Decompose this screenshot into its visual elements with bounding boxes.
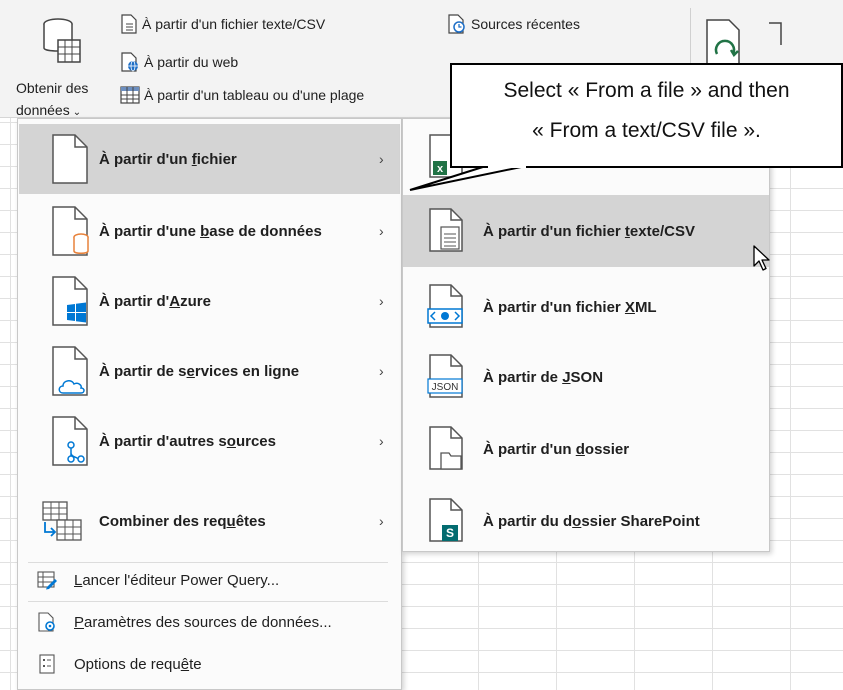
submenu-item-label: À partir d'un fichier texte/CSV <box>483 222 695 240</box>
menu-item-query-options[interactable]: Options de requête <box>19 647 400 681</box>
ribbon-from-text-csv[interactable]: À partir d'un fichier texte/CSV <box>120 14 325 34</box>
ribbon-from-table-range[interactable]: À partir d'un tableau ou d'une plage <box>120 86 364 104</box>
from-file-submenu: x À partir d'un fichier texte/CSV À part… <box>402 118 770 552</box>
svg-text:x: x <box>437 163 444 175</box>
submenu-item-from-text-csv[interactable]: À partir d'un fichier texte/CSV <box>403 195 769 267</box>
database-table-icon <box>43 18 81 63</box>
menu-item-launch-power-query[interactable]: Lancer l'éditeur Power Query... <box>19 563 400 597</box>
submenu-item-label: À partir de JSON <box>483 368 604 386</box>
ribbon-recent-sources[interactable]: Sources récentes <box>447 14 580 34</box>
submenu-item-label: À partir d'un fichier XML <box>483 298 657 316</box>
chevron-down-icon: ⌄ <box>72 107 82 118</box>
menu-item-label: À partir d'une base de données <box>99 222 322 240</box>
callout-pointer-mask <box>488 165 526 168</box>
get-data-label-line2: données ⌄ <box>16 102 82 118</box>
callout-line-1: Select « From a file » and then <box>503 79 790 102</box>
get-data-button[interactable]: Obtenir des données ⌄ <box>12 10 110 118</box>
submenu-item-label: À partir d'un dossier <box>483 440 630 458</box>
chevron-right-icon: › <box>379 293 384 309</box>
menu-item-label: Options de requête <box>74 655 202 673</box>
ribbon-item-label: À partir d'un tableau ou d'une plage <box>144 87 365 103</box>
ribbon-item-label: À partir du web <box>144 54 239 70</box>
file-icon <box>52 134 88 184</box>
menu-item-data-source-settings[interactable]: Paramètres des sources de données... <box>19 605 400 639</box>
text-file-icon <box>121 14 137 34</box>
chevron-right-icon: › <box>379 223 384 239</box>
menu-item-from-database[interactable]: À partir d'une base de données › <box>19 196 400 266</box>
mouse-cursor-icon <box>753 245 770 271</box>
other-sources-icon <box>52 416 88 466</box>
query-options-icon <box>39 654 55 674</box>
submenu-item-label: À partir du dossier SharePoint <box>483 512 700 530</box>
document-icon <box>769 22 782 45</box>
web-file-icon <box>121 52 138 72</box>
get-data-menu: À partir d'un fichier › À partir d'une b… <box>17 118 402 690</box>
menu-item-from-other-sources[interactable]: À partir d'autres sources › <box>19 406 400 476</box>
menu-item-label: Paramètres des sources de données... <box>74 613 332 631</box>
submenu-item-from-xml[interactable]: À partir d'un fichier XML <box>403 271 769 343</box>
menu-separator <box>28 601 388 602</box>
ribbon-from-web[interactable]: À partir du web <box>120 52 238 72</box>
get-data-label-line1: Obtenir des <box>16 80 89 96</box>
ribbon-item-label: À partir d'un fichier texte/CSV <box>142 16 326 32</box>
menu-item-label: À partir d'un fichier <box>99 150 237 168</box>
submenu-item-from-folder[interactable]: À partir d'un dossier <box>403 413 769 485</box>
submenu-item-from-json[interactable]: JSON À partir de JSON <box>403 341 769 413</box>
callout-line-2: « From a text/CSV file ». <box>532 119 761 142</box>
menu-item-label: À partir d'Azure <box>99 292 211 310</box>
recent-sources-icon <box>448 14 465 34</box>
xml-file-icon <box>427 284 463 328</box>
chevron-right-icon: › <box>379 151 384 167</box>
menu-item-combine-queries[interactable]: Combiner des requêtes › <box>19 486 400 556</box>
submenu-item-from-sharepoint-folder[interactable]: S À partir du dossier SharePoint <box>403 485 769 557</box>
cloud-file-icon <box>52 346 88 396</box>
sharepoint-folder-icon: S <box>429 498 463 542</box>
menu-item-from-file[interactable]: À partir d'un fichier › <box>19 124 400 194</box>
azure-file-icon <box>52 276 88 326</box>
menu-item-from-azure[interactable]: À partir d'Azure › <box>19 266 400 336</box>
table-range-icon <box>120 86 140 104</box>
menu-item-label: Combiner des requêtes <box>99 512 266 530</box>
menu-item-label: À partir de services en ligne <box>99 362 300 380</box>
data-source-settings-icon <box>38 612 55 632</box>
menu-item-label: À partir d'autres sources <box>99 432 276 450</box>
text-csv-file-icon <box>429 208 463 252</box>
svg-text:S: S <box>446 526 454 540</box>
combine-queries-icon <box>42 501 82 541</box>
menu-item-from-online-services[interactable]: À partir de services en ligne › <box>19 336 400 406</box>
ribbon-item-label: Sources récentes <box>471 16 580 32</box>
svg-text:JSON: JSON <box>432 382 459 393</box>
json-file-icon: JSON <box>427 354 463 398</box>
menu-item-label: Lancer l'éditeur Power Query... <box>74 571 280 589</box>
power-query-editor-icon <box>37 571 57 590</box>
chevron-right-icon: › <box>379 513 384 529</box>
database-file-icon <box>52 206 89 256</box>
chevron-right-icon: › <box>379 433 384 449</box>
folder-file-icon <box>429 426 463 470</box>
instruction-callout: Select « From a file » and then « From a… <box>450 63 843 168</box>
chevron-right-icon: › <box>379 363 384 379</box>
